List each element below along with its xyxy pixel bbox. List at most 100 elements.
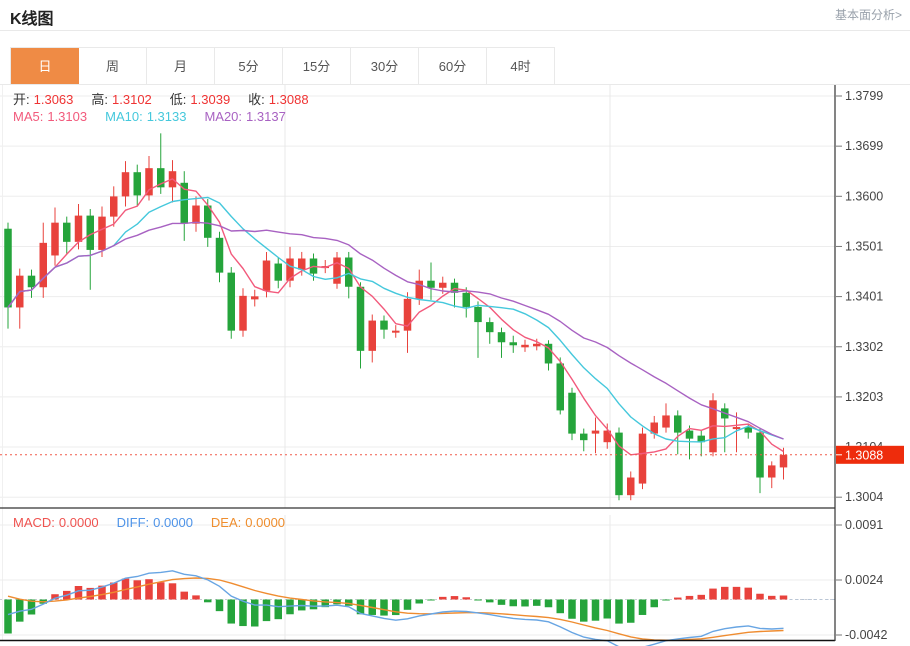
tab-period-2[interactable]: 月 [147,48,215,85]
tab-period-1[interactable]: 周 [79,48,147,85]
ohlc-legend: 开:1.3063高:1.3102低:1.3039收:1.3088 [13,89,327,108]
candle-up [333,257,341,283]
price-tick-label: 1.3799 [845,89,883,103]
ohlc-legend-value: 1.3039 [190,92,230,107]
macd-legend-value: 0.0000 [59,515,99,530]
macd-bar-positive [698,595,706,600]
macd-bar-positive [134,580,142,599]
current-price-label: 1.3088 [845,448,883,462]
macd-bar-negative [474,600,482,601]
candle-up [639,434,647,484]
macd-bar-negative [239,600,247,627]
candle-up [263,261,271,291]
candle-up [592,431,600,434]
candle-up [122,172,130,196]
macd-bar-positive [157,582,165,599]
ohlc-legend-label: 低: [170,92,187,107]
candle-down [28,276,36,288]
macd-legend: MACD:0.0000DIFF:0.0000DEA:0.0000 [13,515,303,530]
candle-down [275,264,283,281]
candle-up [733,427,741,429]
ma-legend-item: MA5: 1.3103 [13,109,91,124]
candle-up [251,296,259,299]
macd-bar-negative [380,600,388,616]
macd-bar-positive [463,597,471,599]
macd-legend-value: 0.0000 [153,515,193,530]
candle-down [686,431,694,439]
macd-bar-negative [604,600,612,619]
candle-up [75,216,83,242]
macd-bar-positive [686,596,694,600]
candle-down [427,281,435,288]
candle-down [216,238,224,273]
macd-bar-negative [615,600,623,624]
macd-bar-positive [439,597,447,600]
tab-period-0[interactable]: 日 [11,48,79,85]
macd-bar-negative [639,600,647,615]
macd-legend-label: DEA: [211,515,241,530]
ohlc-legend-label: 收: [248,92,265,107]
candle-up [298,258,306,269]
macd-legend-label: MACD: [13,515,55,530]
macd-bar-negative [533,600,541,606]
candle-up [145,168,153,195]
candle-down [63,223,71,242]
macd-tick-label: 0.0024 [845,573,883,587]
price-tick-label: 1.3004 [845,490,883,504]
macd-bar-positive [181,592,189,600]
candle-up [627,478,635,496]
macd-bar-negative [275,600,283,620]
price-tick-label: 1.3501 [845,239,883,253]
macd-legend-item: MACD: 0.0000 [13,515,103,530]
ma-legend-label: MA10: [105,109,143,124]
ma-legend-value: 1.3103 [47,109,87,124]
candle-up [780,455,788,468]
ohlc-legend-label: 高: [91,92,108,107]
tab-period-5[interactable]: 30分 [351,48,419,85]
ohlc-legend-item: 低:1.3039 [170,92,234,107]
macd-legend-value: 0.0000 [245,515,285,530]
candle-down [498,332,506,342]
macd-bar-negative [416,600,424,604]
price-tick-label: 1.3302 [845,340,883,354]
candle-down [474,307,482,322]
tab-period-7[interactable]: 4时 [487,48,555,85]
ohlc-legend-item: 开:1.3063 [13,92,77,107]
macd-bar-positive [745,588,753,600]
macd-bar-positive [451,596,459,599]
candle-up [369,321,377,351]
candle-down [228,273,236,331]
macd-tick-label: 0.0091 [845,518,883,532]
ma-legend-label: MA20: [204,109,242,124]
tab-period-4[interactable]: 15分 [283,48,351,85]
macd-bar-positive [756,594,764,600]
ma-legend-item: MA10:1.3133 [105,109,190,124]
macd-bar-positive [192,595,200,599]
candle-up [521,345,529,348]
price-tick-label: 1.3600 [845,189,883,203]
macd-bar-negative [592,600,600,621]
macd-bar-negative [662,600,670,601]
candle-up [110,196,118,216]
ma-line-ma10 [8,197,784,442]
macd-bar-negative [4,600,12,634]
candle-down [557,363,565,410]
candle-down [510,342,518,345]
macd-legend-item: DEA: 0.0000 [211,515,289,530]
price-tick-label: 1.3203 [845,390,883,404]
macd-bar-negative [204,600,212,603]
ma-legend-label: MA5: [13,109,43,124]
candle-down [380,321,388,330]
macd-legend-label: DIFF: [117,515,150,530]
tab-period-3[interactable]: 5分 [215,48,283,85]
ma-legend-item: MA20:1.3137 [204,109,289,124]
tab-period-6[interactable]: 60分 [419,48,487,85]
macd-bar-negative [263,600,271,622]
price-tick-label: 1.3401 [845,290,883,304]
macd-bar-negative [427,600,435,601]
macd-bar-positive [674,598,682,600]
macd-bar-positive [721,587,729,600]
ohlc-legend-label: 开: [13,92,30,107]
period-tabbar: 日周月5分15分30分60分4时 [10,47,555,85]
macd-bar-negative [521,600,529,607]
